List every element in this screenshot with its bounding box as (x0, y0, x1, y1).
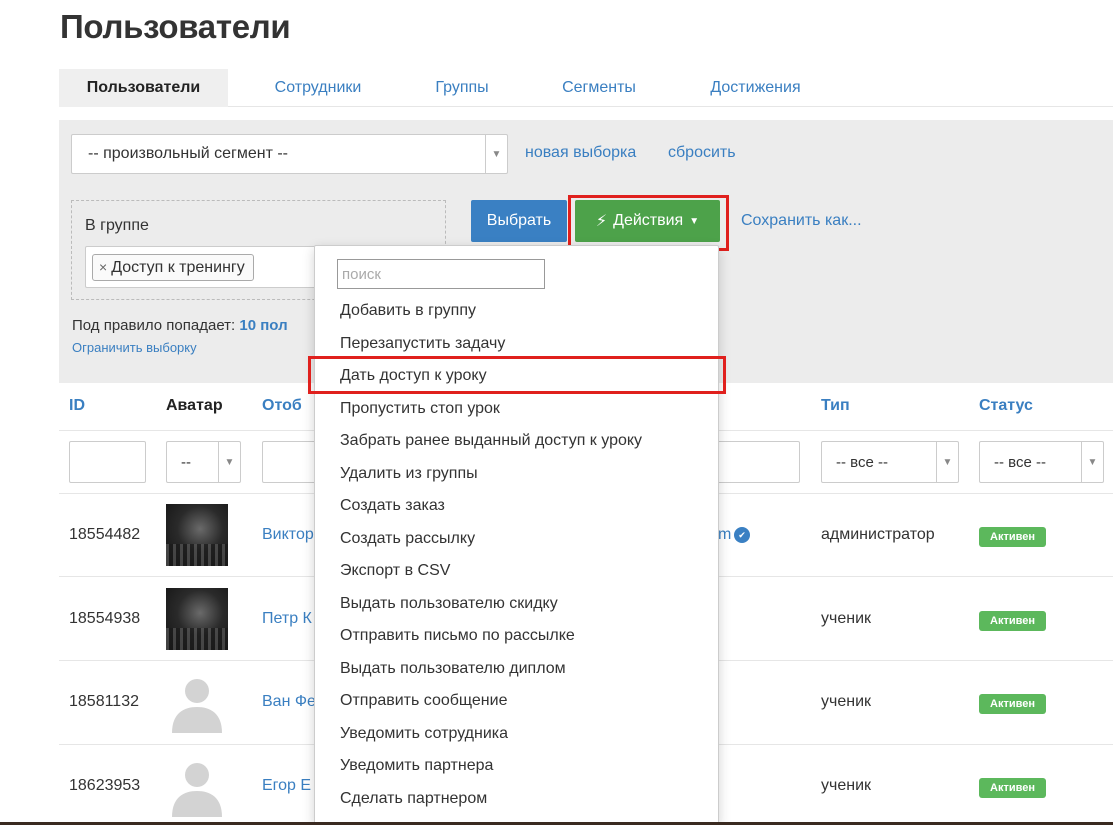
menu-item-give-discount[interactable]: Выдать пользователю скидку (340, 595, 558, 613)
chevron-down-icon: ▼ (218, 442, 240, 482)
type-filter-select[interactable]: -- все -- ▼ (821, 441, 959, 483)
user-type: ученик (821, 777, 872, 794)
limit-selection-link[interactable]: Ограничить выборку (72, 340, 197, 355)
column-header-type[interactable]: Тип (821, 397, 850, 415)
column-header-avatar: Аватар (166, 397, 223, 414)
menu-item-revoke-lesson-access[interactable]: Забрать ранее выданный доступ к уроку (340, 432, 642, 450)
avatar-filter-value: -- (181, 454, 191, 471)
menu-item-create-mailing[interactable]: Создать рассылку (340, 530, 475, 548)
avatar (166, 504, 228, 566)
new-selection-link[interactable]: новая выборка (525, 144, 636, 162)
chevron-down-icon: ▼ (1081, 442, 1103, 482)
menu-item-give-diploma[interactable]: Выдать пользователю диплом (340, 660, 566, 678)
status-filter-value: -- все -- (994, 454, 1046, 471)
save-as-link[interactable]: Сохранить как... (741, 212, 862, 230)
menu-item-notify-staff[interactable]: Уведомить сотрудника (340, 725, 508, 743)
menu-item-skip-stop-lesson[interactable]: Пропустить стоп урок (340, 400, 500, 418)
menu-item-highlight-frame (308, 356, 726, 394)
avatar-filter-select[interactable]: -- ▼ (166, 441, 241, 483)
user-name-link[interactable]: Егор Е (262, 777, 311, 795)
status-badge: Активен (979, 527, 1046, 547)
rule-summary-prefix: Под правило попадает: (72, 317, 236, 334)
user-type: администратор (821, 526, 935, 543)
menu-item-export-csv[interactable]: Экспорт в CSV (340, 562, 450, 580)
avatar-placeholder-icon (166, 671, 228, 733)
tab-staff[interactable]: Сотрудники (254, 69, 382, 107)
user-id: 18554938 (69, 610, 141, 627)
remove-tag-icon[interactable]: × (99, 259, 107, 275)
id-filter-input[interactable] (69, 441, 146, 483)
chevron-down-icon: ▼ (936, 442, 958, 482)
menu-item-send-message[interactable]: Отправить сообщение (340, 692, 507, 710)
menu-item-add-to-group[interactable]: Добавить в группу (340, 302, 476, 320)
segment-select-value: -- произвольный сегмент -- (88, 145, 288, 162)
type-filter-value: -- все -- (836, 454, 888, 471)
reset-link[interactable]: сбросить (668, 144, 736, 162)
page-title: Пользователи (60, 8, 291, 45)
menu-item-create-order[interactable]: Создать заказ (340, 497, 445, 515)
menu-item-notify-partner[interactable]: Уведомить партнера (340, 757, 493, 775)
user-name-link[interactable]: Ван Фе (262, 693, 316, 711)
verified-check-icon: ✔ (734, 527, 750, 543)
segment-select[interactable]: -- произвольный сегмент -- ▼ (71, 134, 508, 174)
status-filter-select[interactable]: -- все -- ▼ (979, 441, 1104, 483)
user-type: ученик (821, 610, 872, 627)
column-header-status[interactable]: Статус (979, 397, 1033, 415)
column-header-id[interactable]: ID (69, 397, 85, 415)
tab-groups[interactable]: Группы (416, 69, 508, 107)
actions-highlight-frame (568, 195, 729, 251)
user-id: 18623953 (69, 777, 141, 794)
user-id: 18554482 (69, 526, 141, 543)
status-badge: Активен (979, 611, 1046, 631)
menu-item-restart-task[interactable]: Перезапустить задачу (340, 335, 505, 353)
user-email-tail[interactable]: m (718, 526, 731, 544)
rule-summary: Под правило попадает: 10 пол (72, 317, 288, 334)
tab-achievements[interactable]: Достижения (689, 69, 822, 107)
tab-bar: Пользователи Сотрудники Группы Сегменты … (59, 69, 1113, 107)
group-tag-label: Доступ к тренингу (111, 259, 245, 276)
user-id: 18581132 (69, 693, 139, 710)
user-type: ученик (821, 693, 872, 710)
status-badge: Активен (979, 778, 1046, 798)
user-name-link[interactable]: Петр К (262, 610, 312, 628)
tab-segments[interactable]: Сегменты (544, 69, 654, 107)
rule-count-link[interactable]: 10 пол (239, 317, 287, 334)
tab-users[interactable]: Пользователи (59, 69, 228, 107)
group-tag: × Доступ к тренингу (92, 254, 254, 281)
menu-item-send-mailing-letter[interactable]: Отправить письмо по рассылке (340, 627, 575, 645)
status-badge: Активен (979, 694, 1046, 714)
column-header-name[interactable]: Отоб (262, 397, 302, 415)
actions-dropdown-menu: Добавить в группу Перезапустить задачу Д… (314, 245, 719, 825)
avatar-placeholder-icon (166, 755, 228, 817)
menu-item-remove-from-group[interactable]: Удалить из группы (340, 465, 478, 483)
actions-search-input[interactable] (337, 259, 545, 289)
select-button[interactable]: Выбрать (471, 200, 567, 242)
chevron-down-icon: ▼ (485, 135, 507, 173)
avatar (166, 588, 228, 650)
menu-item-make-partner[interactable]: Сделать партнером (340, 790, 487, 808)
user-name-link[interactable]: Виктор (262, 526, 314, 544)
group-condition-label: В группе (85, 217, 149, 234)
